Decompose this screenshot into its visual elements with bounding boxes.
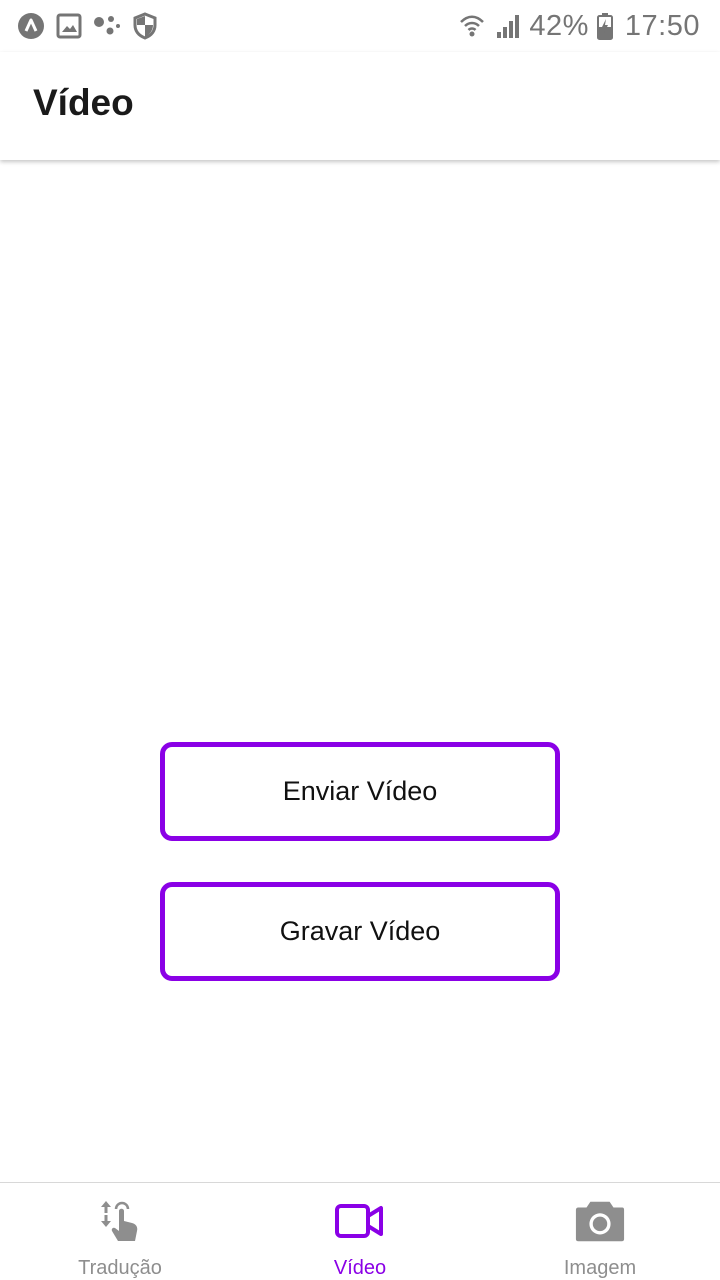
tab-label-traducao: Tradução: [78, 1257, 162, 1279]
video-camera-icon: [334, 1195, 386, 1247]
bottom-nav: Tradução Vídeo Imagem: [0, 1182, 720, 1280]
shield-icon: [130, 11, 160, 41]
battery-icon: [595, 11, 615, 41]
android-system-icon: [16, 11, 46, 41]
photo-camera-icon: [574, 1195, 626, 1247]
assistant-dots-icon: [92, 11, 122, 41]
touch-swap-icon: [94, 1195, 146, 1247]
battery-percentage: 42%: [529, 9, 589, 42]
tab-label-video: Vídeo: [333, 1257, 387, 1279]
wifi-icon: [457, 11, 487, 41]
page-title: Vídeo: [33, 82, 134, 123]
record-video-button[interactable]: Gravar Vídeo: [160, 882, 560, 981]
tab-imagem[interactable]: Imagem: [480, 1183, 720, 1280]
app-bar: Vídeo: [0, 52, 720, 160]
clock: 17:50: [624, 9, 700, 42]
tab-label-imagem: Imagem: [563, 1257, 637, 1279]
signal-icon: [493, 11, 523, 41]
tab-traducao[interactable]: Tradução: [0, 1183, 240, 1280]
tab-video[interactable]: Vídeo: [240, 1183, 480, 1280]
main-content: Enviar Vídeo Gravar Vídeo: [0, 160, 720, 1182]
status-left-icons: [16, 11, 160, 41]
send-video-button[interactable]: Enviar Vídeo: [160, 742, 560, 841]
image-icon: [54, 11, 84, 41]
status-right-icons: 42% 17:50: [457, 8, 700, 44]
status-bar: 42% 17:50: [0, 0, 720, 52]
